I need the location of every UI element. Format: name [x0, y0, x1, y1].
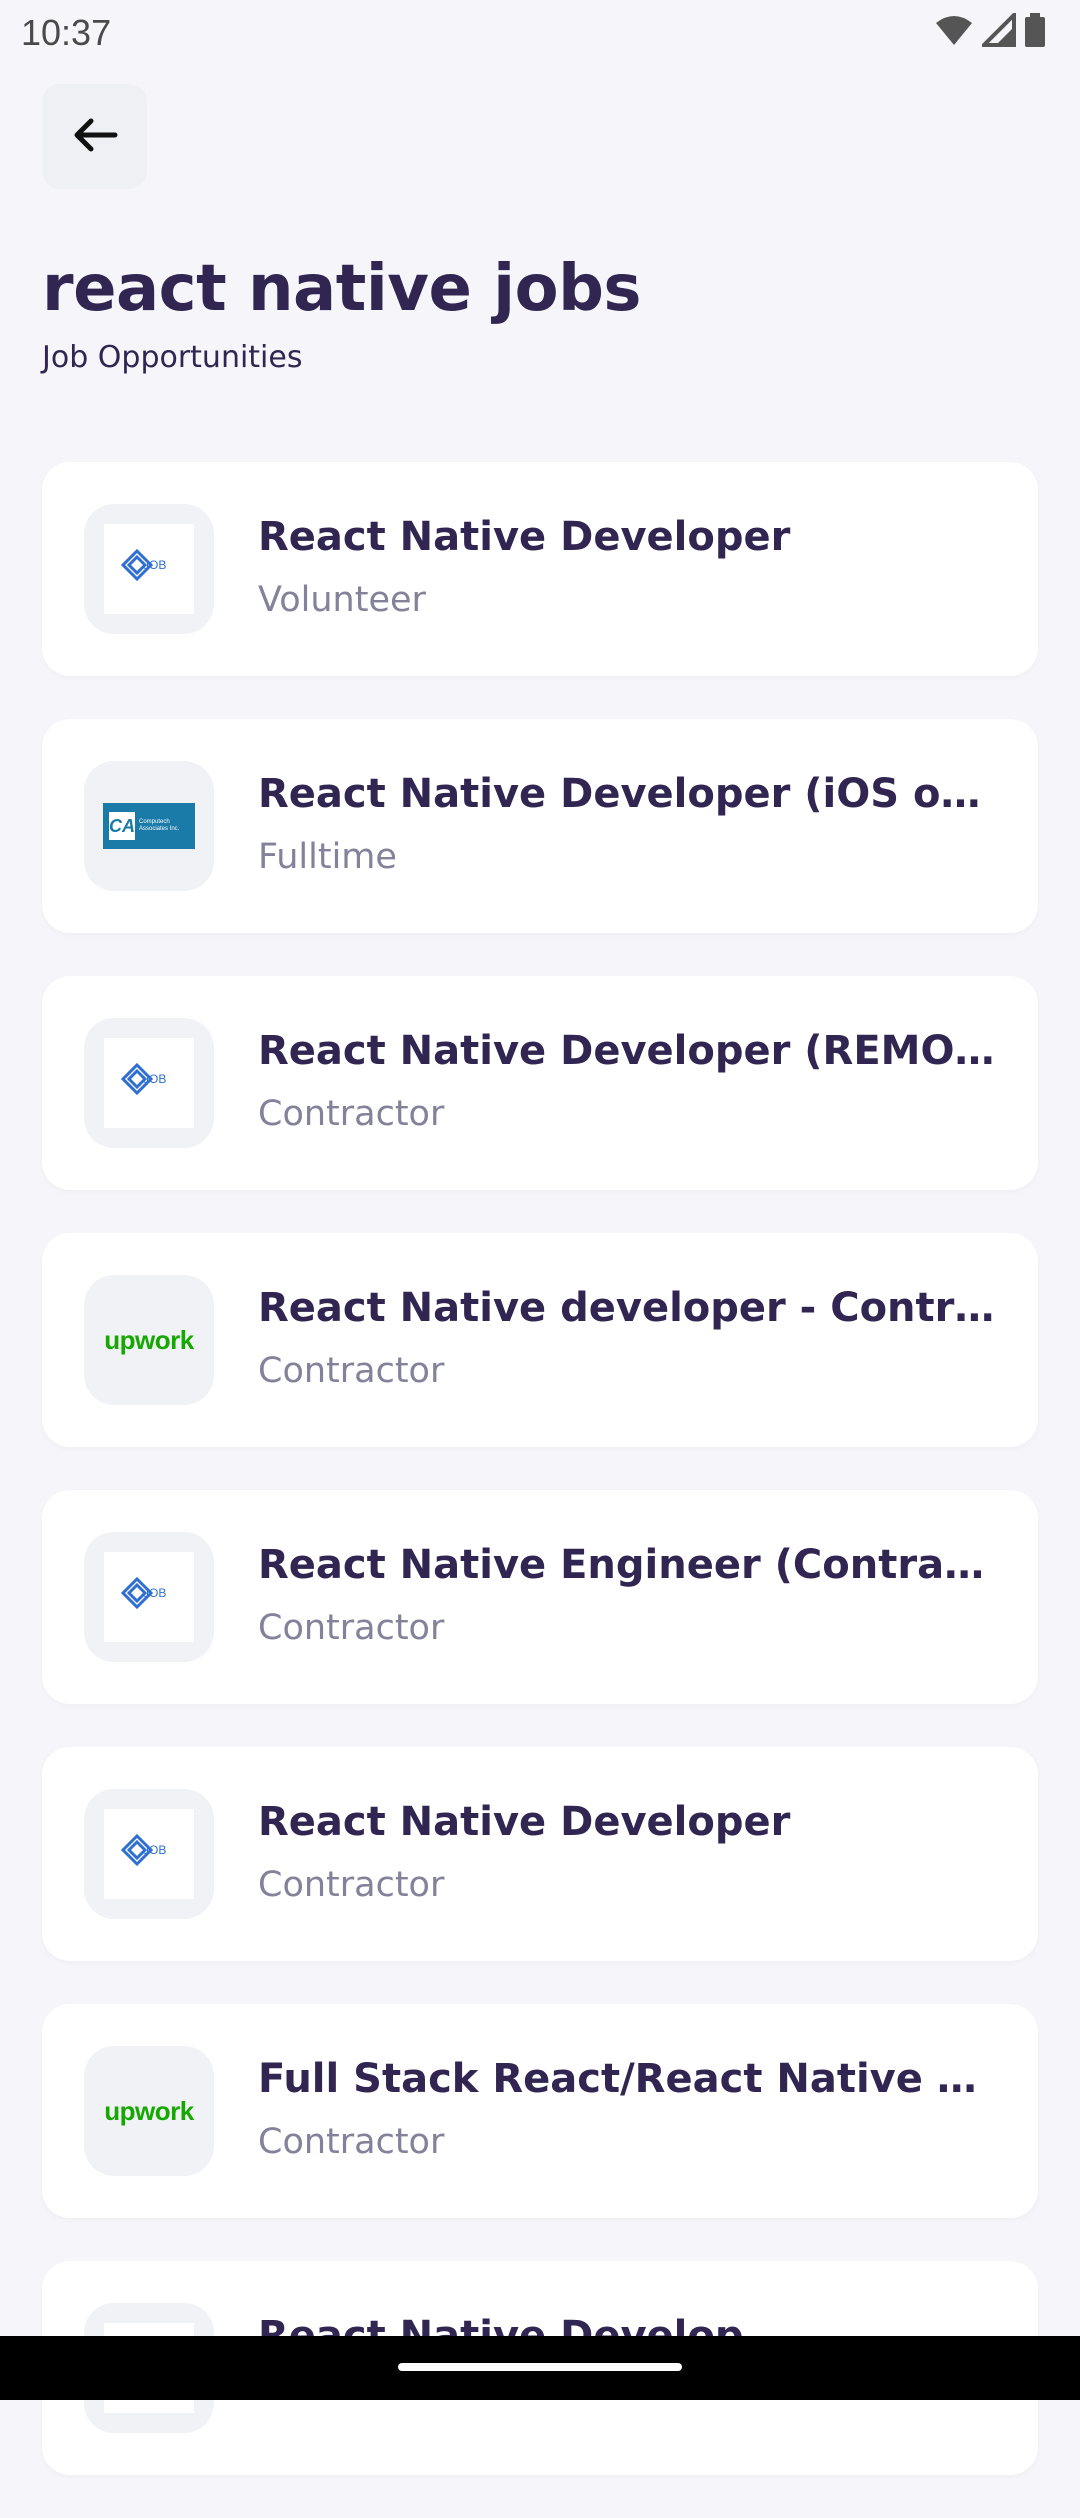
company-logo: upwork: [84, 2046, 214, 2176]
status-time: 10:37: [21, 12, 112, 53]
job-card[interactable]: JOB React Native Developer (REMOTE) Cont…: [42, 976, 1038, 1190]
status-icons: [934, 10, 1046, 51]
company-logo: JOB: [84, 504, 214, 634]
job-list: JOB React Native Developer Volunteer CA …: [42, 462, 1038, 2518]
ca-logo-icon: CA Computech Associates Inc.: [103, 803, 195, 849]
arrow-left-icon: [71, 117, 119, 157]
job-card[interactable]: JOB React Native Developer Contractor: [42, 1747, 1038, 1961]
job-type: Fulltime: [258, 837, 397, 877]
job-title: React Native developer - Contra...: [258, 1285, 998, 1331]
job-type: Volunteer: [258, 580, 426, 620]
job-logo-icon: JOB: [120, 1061, 177, 1105]
company-logo: JOB: [84, 1018, 214, 1148]
page-subtitle: Job Opportunities: [42, 340, 303, 375]
job-logo-icon: JOB: [120, 1832, 177, 1876]
job-title: Full Stack React/React Native De...: [258, 2056, 998, 2102]
company-logo: CA Computech Associates Inc.: [84, 761, 214, 891]
job-type: Contractor: [258, 1094, 445, 1134]
svg-text:JOB: JOB: [143, 558, 166, 572]
job-type: Contractor: [258, 1865, 445, 1905]
svg-text:JOB: JOB: [143, 1072, 166, 1086]
company-logo: JOB: [84, 1532, 214, 1662]
upwork-logo-icon: upwork: [104, 1324, 194, 1355]
job-title: React Native Developer (iOS or A...: [258, 771, 998, 817]
svg-text:JOB: JOB: [143, 1586, 166, 1600]
navigation-bar: [0, 2336, 1080, 2400]
job-card[interactable]: JOB React Native Engineer (Contract... C…: [42, 1490, 1038, 1704]
upwork-logo-icon: upwork: [104, 2095, 194, 2126]
job-card[interactable]: CA Computech Associates Inc. React Nativ…: [42, 719, 1038, 933]
job-card[interactable]: upwork Full Stack React/React Native De.…: [42, 2004, 1038, 2218]
job-title: React Native Engineer (Contract...: [258, 1542, 998, 1588]
job-title: React Native Developer: [258, 1799, 791, 1845]
page-title: react native jobs: [42, 252, 641, 326]
job-title: React Native Developer (REMOTE): [258, 1028, 998, 1074]
job-logo-icon: JOB: [120, 547, 177, 591]
job-type: Contractor: [258, 2122, 445, 2162]
job-logo-icon: JOB: [120, 1575, 177, 1619]
back-button[interactable]: [42, 84, 147, 189]
job-card[interactable]: JOB React Native Developer Volunteer: [42, 462, 1038, 676]
status-bar: 10:37: [0, 0, 1080, 62]
job-card[interactable]: upwork React Native developer - Contra..…: [42, 1233, 1038, 1447]
job-type: Contractor: [258, 1608, 445, 1648]
signal-icon: [979, 10, 1016, 51]
home-gesture-handle[interactable]: [398, 2363, 682, 2371]
wifi-icon: [934, 13, 974, 51]
company-logo: JOB: [84, 1789, 214, 1919]
battery-icon: [1024, 13, 1046, 51]
job-type: Contractor: [258, 1351, 445, 1391]
svg-text:JOB: JOB: [143, 1843, 166, 1857]
job-title: React Native Developer: [258, 514, 791, 560]
company-logo: upwork: [84, 1275, 214, 1405]
